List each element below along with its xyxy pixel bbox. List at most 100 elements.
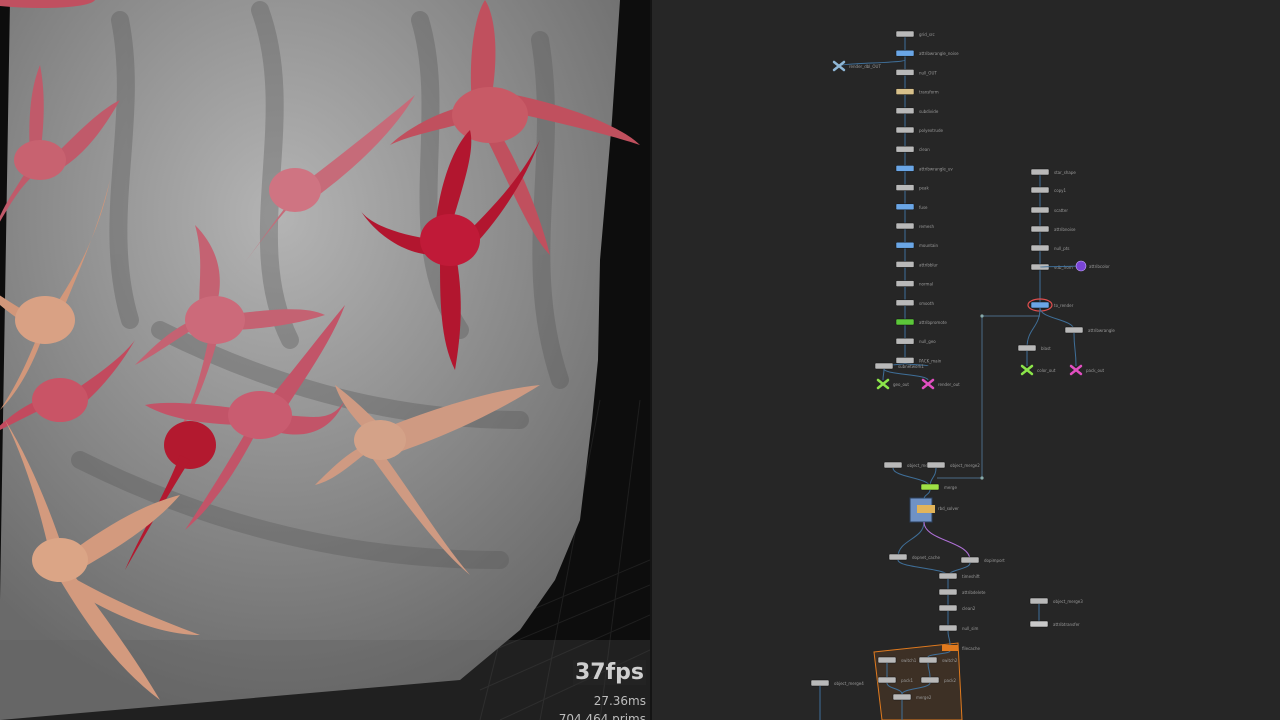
node-label: grid_src [919,32,935,37]
node-label: normal [919,282,933,287]
node-attribblur[interactable]: attribblur [895,261,938,268]
output-node-render-dbl[interactable]: render_dbl_OUT [832,60,881,72]
node-label: polyextrude [919,128,944,133]
svg-text:rbd_solver: rbd_solver [938,506,959,511]
node-label: attribpromote [919,320,947,325]
node-label: timeshift [962,574,980,579]
node-normal[interactable]: normal [895,280,933,287]
node-label: subdivide [919,109,939,114]
node-attribpromote[interactable]: attribpromote [895,318,947,326]
output-node-color-out[interactable]: color_out [1020,364,1056,376]
node-subnetwork1[interactable]: subnetwork1 [874,362,924,370]
node-label: pack_out [1086,368,1104,373]
node-label: clean [919,147,930,152]
node-merge[interactable]: merge [920,483,957,491]
node-wire [1073,332,1077,367]
node-label: subnetwork1 [898,364,924,369]
node-attribwrangle[interactable]: attribwrangle [1064,326,1115,334]
node-attribtransfer[interactable]: attribtransfer [1029,620,1080,628]
node-fuse[interactable]: fuse [895,203,928,211]
node-label: object_merge4 [834,681,864,686]
node-label: pack2 [944,678,957,683]
output-node-render-out[interactable]: render_out [921,378,960,390]
node-label: fuse [919,205,928,210]
node-label: PACK_main [919,358,942,363]
node-graph[interactable]: grid_src attribwrangle_noise null_OUTtrans… [652,0,1280,720]
node-label: attribwrangle_uv [919,166,953,171]
node-label: render_dbl_OUT [849,64,881,69]
node-filecache[interactable] [942,645,958,651]
node-label: color_out [1037,368,1056,373]
node-attribdelete[interactable]: attribdelete [938,588,986,596]
node-peak[interactable]: peak [895,184,929,191]
node-dopimport[interactable]: dopnet_cache [888,553,940,561]
node-null-geo[interactable]: null_geo [895,337,936,345]
node-attribwrangle-uv[interactable]: attribwrangle_uv [895,165,953,172]
node-label: vdb_from [1054,265,1073,270]
node-mountain[interactable]: mountain [895,241,939,249]
node-scatter[interactable]: scatter [1030,206,1068,214]
node-label: null_sim [962,626,978,631]
node-grid-src[interactable]: grid_src [895,30,935,38]
node-clean2[interactable]: clean2 [938,604,976,612]
node-label: dopimport [984,558,1005,563]
node-label: null_geo [919,339,936,344]
node-attribnoise[interactable]: attribnoise [1030,225,1076,233]
node-label: clean2 [962,606,976,611]
node-label: attribblur [919,262,938,267]
node-label: attribwrangle_noise [919,51,959,56]
node-color-attrib[interactable]: attribcolor [1075,260,1110,272]
node-label: smooth [919,301,934,306]
scene-render [0,0,650,720]
node-label: switch2 [942,658,958,663]
node-wire [947,630,951,646]
node-label: object_merge2 [950,463,980,468]
node-null-OUT[interactable]: null_OUT [895,69,937,76]
node-wire [897,521,925,558]
node-attribwrangle-noise[interactable]: attribwrangle_noise [895,49,959,57]
node-object-merge2[interactable]: object_merge2 [926,461,980,469]
output-node-pack-out[interactable]: pack_out [1069,364,1104,376]
node-object-merge4[interactable]: object_merge4 [810,679,864,687]
fps-readout: 37fps [572,660,646,685]
node-label: render_out [938,382,960,387]
node-label: geo_out [893,382,909,387]
node-label: merge2 [916,695,932,700]
node-null-pts[interactable]: null_pts [1030,244,1069,252]
node-null-sim-out[interactable]: null_sim [938,624,978,632]
node-blast[interactable]: blast [1017,344,1051,352]
node-label: star_shape [1054,170,1076,175]
node-wire [882,368,885,381]
node-star-shape[interactable]: star_shape [1030,168,1076,176]
long-wire [937,315,1040,479]
svg-text:filecache: filecache [962,646,980,651]
node-transform[interactable]: transform [895,88,939,95]
node-dopnet-cache[interactable] [917,505,935,513]
node-label: merge [944,485,957,490]
node-smooth[interactable]: smooth [895,299,934,307]
node-label: transform [919,90,939,95]
node-object-merge3[interactable]: object_merge3 [1029,597,1083,605]
node-subdivide[interactable]: subdivide [895,107,939,115]
frame-time-readout: 27.36ms [593,694,646,708]
node-copy1[interactable]: copy1 [1030,186,1067,194]
node-timeshift[interactable]: dopimport [960,556,1005,564]
node-wire [1026,307,1041,349]
node-remesh[interactable]: remesh [895,222,934,230]
node-wire [1039,307,1075,331]
output-node-geo-out[interactable]: geo_out [876,378,909,390]
node-clean[interactable]: clean [895,145,930,153]
node-label: peak [919,186,929,191]
node-label: scatter [1054,208,1068,213]
node-label: to_render [1054,303,1074,308]
3d-viewport[interactable]: 37fps 27.36ms 704,464 prims [0,0,650,720]
node-polyextrude[interactable]: polyextrude [895,126,944,134]
node-network-editor[interactable]: grid_src attribwrangle_noise null_OUTtrans… [652,0,1280,720]
node-pack1[interactable]: pack1 [877,676,914,684]
node-PACK-main[interactable]: PACK_main [895,357,942,364]
prim-count-readout: 704,464 prims [558,712,646,720]
node-label: mountain [919,243,939,248]
node-pack2[interactable]: pack2 [920,676,957,684]
node-label: attribdelete [962,590,986,595]
node-null-sim[interactable]: timeshift [938,572,980,580]
